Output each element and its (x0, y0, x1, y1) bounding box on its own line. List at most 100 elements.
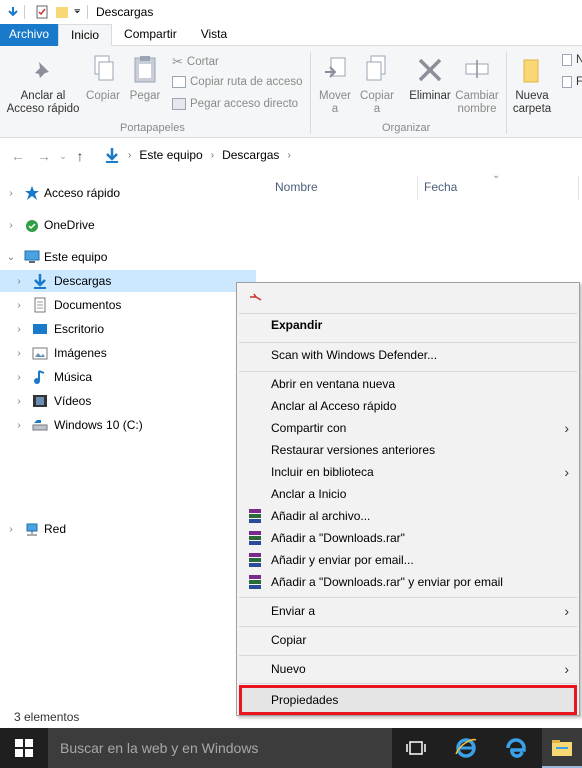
paste-icon (134, 56, 156, 83)
recent-locations-chevron-icon[interactable]: ⌄ (56, 151, 70, 162)
menu-item-abrir-ventana-nueva[interactable]: Abrir en ventana nueva (237, 373, 579, 395)
breadcrumb-chevron-icon[interactable]: › (128, 150, 131, 161)
easy-access-label-fragment: F (576, 76, 582, 88)
menu-item-nuevo[interactable]: Nuevo › (237, 658, 579, 680)
column-divider[interactable] (417, 176, 418, 200)
taskbar: Buscar en la web y en Windows (0, 728, 582, 768)
context-menu: Expandir Scan with Windows Defender... A… (236, 282, 580, 716)
menu-item-anadir-enviar-email[interactable]: Añadir y enviar por email... (237, 549, 579, 571)
paste-label: Pegar (129, 90, 161, 102)
menu-item-restaurar-versiones[interactable]: Restaurar versiones anteriores (237, 439, 579, 461)
nav-item-videos[interactable]: › Vídeos (0, 390, 256, 412)
easy-access-icon (562, 76, 572, 88)
tab-archivo[interactable]: Archivo (0, 24, 59, 46)
expand-chevron-icon[interactable]: › (14, 276, 24, 287)
expand-chevron-icon[interactable]: › (14, 372, 24, 383)
column-header-fecha[interactable]: Fecha (424, 176, 457, 200)
menu-item-enviar-a[interactable]: Enviar a › (237, 600, 579, 622)
customize-qat-icon[interactable] (73, 5, 83, 19)
menu-item-anclar-inicio[interactable]: Anclar a Inicio (237, 483, 579, 505)
menu-item-label: Nuevo (271, 662, 306, 676)
nav-item-escritorio[interactable]: › Escritorio (0, 318, 256, 340)
menu-item-expandir[interactable]: Expandir (237, 314, 579, 336)
network-icon (26, 523, 38, 536)
rename-label: Cambiar nombre (455, 90, 499, 115)
delete-button[interactable]: Eliminar (406, 54, 454, 103)
qat-divider (24, 5, 25, 19)
new-folder-button[interactable]: Nueva carpeta (510, 54, 554, 116)
expand-chevron-icon[interactable]: › (6, 188, 16, 199)
nav-item-onedrive[interactable]: › OneDrive (0, 214, 256, 236)
expand-chevron-icon[interactable]: › (6, 220, 16, 231)
rename-button[interactable]: Cambiar nombre (454, 54, 500, 116)
menu-item-copiar[interactable]: Copiar (237, 629, 579, 651)
expand-chevron-icon[interactable]: › (14, 396, 24, 407)
menu-item-compartir-con[interactable]: Compartir con › (237, 417, 579, 439)
winrar-icon (249, 553, 261, 567)
up-arrow-icon[interactable]: ↑ (70, 148, 90, 164)
column-divider[interactable] (578, 176, 579, 200)
menu-item-anadir-rar-enviar-email[interactable]: Añadir a "Downloads.rar" y enviar por em… (237, 571, 579, 593)
computer-icon (24, 250, 40, 263)
expand-chevron-icon[interactable]: › (14, 420, 24, 431)
task-view-icon (406, 741, 426, 755)
winrar-icon (249, 531, 261, 545)
cut-button[interactable]: ✂ Cortar (172, 54, 219, 70)
nav-item-descargas[interactable]: › Descargas (0, 270, 256, 292)
column-header-nombre[interactable]: Nombre (275, 176, 318, 200)
copy-button[interactable]: Copiar (84, 54, 122, 103)
tab-vista[interactable]: Vista (189, 24, 239, 46)
submenu-chevron-icon: › (564, 661, 569, 677)
rename-icon (465, 60, 489, 78)
properties-quick-icon[interactable] (6, 5, 20, 19)
nav-item-label: Descargas (54, 274, 112, 288)
file-explorer-button[interactable] (542, 728, 582, 768)
sort-chevron-icon: ⌄ (492, 170, 501, 181)
breadcrumb-chevron-icon[interactable]: › (211, 150, 214, 161)
expand-chevron-icon[interactable]: › (14, 324, 24, 335)
nav-item-documentos[interactable]: › Documentos (0, 294, 256, 316)
forward-arrow-icon[interactable]: → (34, 148, 54, 164)
checklist-icon[interactable] (35, 5, 49, 19)
menu-item-anadir-archivo[interactable]: Añadir al archivo... (237, 505, 579, 527)
nav-item-red[interactable]: › Red (0, 518, 256, 540)
move-to-button[interactable]: Mover a (316, 54, 354, 116)
menu-item-scan-defender[interactable]: Scan with Windows Defender... (237, 344, 579, 366)
menu-item-anadir-downloads-rar[interactable]: Añadir a "Downloads.rar" (237, 527, 579, 549)
task-view-button[interactable] (396, 728, 436, 768)
easy-access-button[interactable]: F (562, 76, 582, 88)
back-arrow-icon[interactable]: ← (8, 148, 28, 164)
address-bar[interactable]: › Este equipo › Descargas › (104, 144, 299, 166)
collapse-chevron-icon[interactable]: ⌄ (6, 252, 16, 263)
pin-quick-access-button[interactable]: Anclar al Acceso rápido (4, 58, 82, 116)
tab-compartir[interactable]: Compartir (112, 24, 189, 46)
copy-to-button[interactable]: Copiar a (358, 54, 396, 116)
expand-chevron-icon[interactable]: › (6, 524, 16, 535)
breadcrumb-chevron-icon[interactable]: › (287, 150, 290, 161)
nav-item-acceso-rapido[interactable]: › Acceso rápido (0, 182, 256, 204)
menu-separator (239, 371, 577, 372)
nav-item-imagenes[interactable]: › Imágenes (0, 342, 256, 364)
copy-path-button[interactable]: Copiar ruta de acceso (172, 76, 303, 88)
nav-item-windows-c[interactable]: › Windows 10 (C:) (0, 414, 256, 436)
start-button[interactable] (0, 728, 48, 768)
edge-button[interactable] (496, 728, 536, 768)
breadcrumb-descargas[interactable]: Descargas (222, 148, 279, 162)
expand-chevron-icon[interactable]: › (14, 348, 24, 359)
new-item-button[interactable]: N (562, 54, 582, 66)
star-icon (25, 186, 39, 200)
nav-item-musica[interactable]: › Música (0, 366, 256, 388)
menu-item-anclar-acceso-rapido[interactable]: Anclar al Acceso rápido (237, 395, 579, 417)
menu-item-incluir-biblioteca[interactable]: Incluir en biblioteca › (237, 461, 579, 483)
paste-button[interactable]: Pegar (126, 54, 164, 103)
tab-inicio[interactable]: Inicio (58, 24, 113, 47)
paste-shortcut-button[interactable]: Pegar acceso directo (172, 98, 298, 110)
new-folder-quick-icon[interactable] (55, 5, 69, 19)
breadcrumb-este-equipo[interactable]: Este equipo (139, 148, 202, 162)
menu-separator (239, 655, 577, 656)
taskbar-search-box[interactable]: Buscar en la web y en Windows (48, 728, 392, 768)
navigation-pane: › Acceso rápido › OneDrive ⌄ Este equipo… (0, 176, 256, 706)
nav-item-este-equipo[interactable]: ⌄ Este equipo (0, 246, 256, 268)
internet-explorer-button[interactable] (446, 728, 486, 768)
expand-chevron-icon[interactable]: › (14, 300, 24, 311)
